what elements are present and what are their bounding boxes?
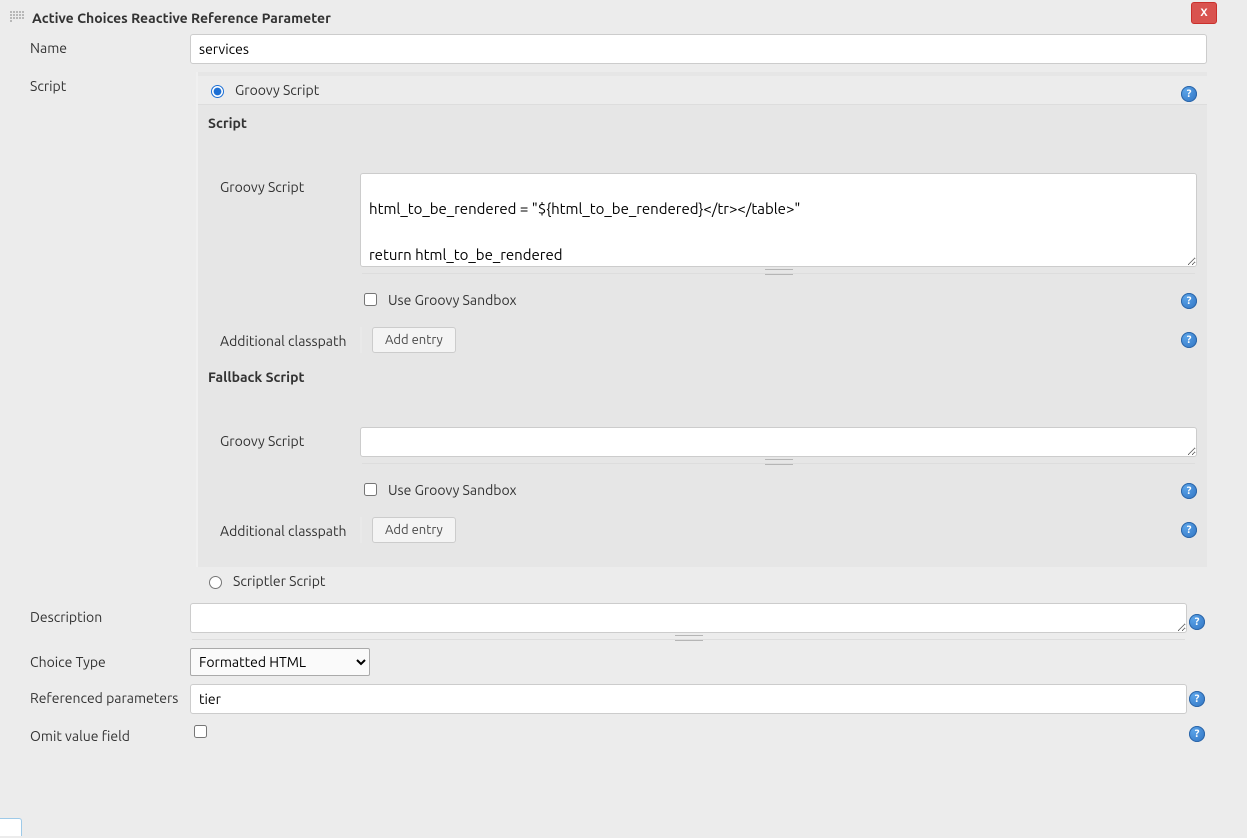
help-icon[interactable]: ?: [1181, 483, 1197, 499]
referenced-parameters-label: Referenced parameters: [30, 684, 190, 706]
resize-handle[interactable]: [362, 460, 1195, 464]
script-block-title: Script: [198, 105, 1207, 139]
name-label: Name: [30, 34, 190, 56]
resize-handle[interactable]: [192, 636, 1185, 640]
fallback-classpath-label: Additional classpath: [220, 517, 360, 539]
omit-value-label: Omit value field: [30, 722, 190, 744]
radio-scriptler-label: Scriptler Script: [233, 573, 325, 589]
sandbox-checkbox[interactable]: [364, 293, 377, 306]
description-label: Description: [30, 603, 190, 625]
add-entry-button[interactable]: Add entry: [372, 327, 456, 353]
radio-groovy-script[interactable]: [211, 85, 224, 98]
resize-handle[interactable]: [362, 270, 1195, 274]
help-icon[interactable]: ?: [1181, 332, 1197, 348]
section-title: Active Choices Reactive Reference Parame…: [32, 10, 331, 26]
help-icon[interactable]: ?: [1189, 614, 1205, 630]
script-label: Script: [30, 72, 190, 94]
fallback-block-title: Fallback Script: [198, 359, 1207, 393]
groovy-script-textarea[interactable]: [360, 173, 1197, 267]
help-icon[interactable]: ?: [1181, 293, 1197, 309]
omit-value-checkbox[interactable]: [194, 725, 207, 738]
delete-button[interactable]: X: [1191, 2, 1217, 24]
close-icon: X: [1200, 7, 1207, 19]
radio-groovy-label: Groovy Script: [235, 82, 319, 98]
name-input[interactable]: [190, 34, 1207, 64]
fallback-add-entry-button[interactable]: Add entry: [372, 517, 456, 543]
help-icon[interactable]: ?: [1181, 522, 1197, 538]
choice-type-select[interactable]: Formatted HTML: [190, 648, 370, 676]
help-icon[interactable]: ?: [1181, 86, 1197, 102]
sandbox-label: Use Groovy Sandbox: [388, 292, 517, 308]
drag-handle-icon[interactable]: [10, 11, 24, 25]
referenced-parameters-input[interactable]: [190, 684, 1187, 714]
classpath-label: Additional classpath: [220, 327, 360, 349]
fallback-sandbox-label: Use Groovy Sandbox: [388, 482, 517, 498]
fallback-sandbox-checkbox[interactable]: [364, 483, 377, 496]
help-icon[interactable]: ?: [1189, 726, 1205, 742]
corner-tab: [0, 818, 22, 836]
groovy-script-label: Groovy Script: [220, 173, 360, 195]
choice-type-label: Choice Type: [30, 648, 190, 670]
description-textarea[interactable]: [190, 603, 1187, 633]
fallback-groovy-textarea[interactable]: [360, 427, 1197, 457]
fallback-groovy-label: Groovy Script: [220, 427, 360, 449]
help-icon[interactable]: ?: [1189, 691, 1205, 707]
radio-scriptler-script[interactable]: [209, 576, 222, 589]
